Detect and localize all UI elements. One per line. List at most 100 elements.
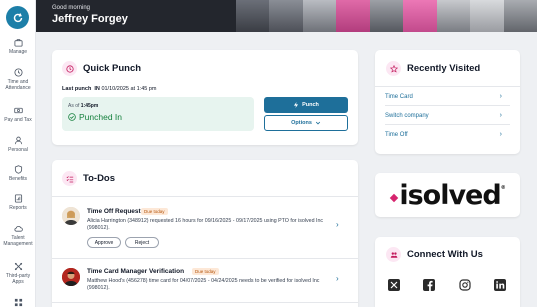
lightning-icon: [293, 102, 299, 108]
punch-status-box: As of 1:45pm Punched In: [62, 97, 254, 131]
divider: [52, 302, 358, 303]
people-icon: [390, 251, 397, 258]
connect-icon-badge: [386, 247, 401, 262]
quick-punch-icon-badge: [62, 61, 77, 76]
sidebar-item-manage[interactable]: Manage: [0, 38, 36, 55]
user-name: Jeffrey Forgey: [52, 13, 128, 25]
todo-description: Alicia Harrington (348912) requested 16 …: [87, 218, 324, 231]
sidebar-item-talent-management[interactable]: Talent Management: [0, 224, 36, 247]
divider: [375, 86, 520, 87]
chevron-down-icon: [315, 121, 320, 125]
card-title: Connect With Us: [407, 249, 483, 260]
punch-button[interactable]: Punch: [264, 97, 348, 113]
apps-icon: [14, 262, 22, 271]
chevron-right-icon: ›: [499, 131, 502, 138]
sidebar-item-personal[interactable]: Personal: [0, 136, 36, 153]
checklist-icon: [66, 175, 73, 182]
chevron-right-icon: ›: [499, 112, 502, 119]
sidebar-item-benefits[interactable]: Benefits: [0, 165, 36, 182]
todo-item[interactable]: Time Card Manager Verification Due today…: [52, 258, 358, 302]
report-icon: [14, 194, 22, 203]
logo-text: isolved: [399, 179, 501, 211]
isolved-logo: isolved ®: [375, 173, 520, 217]
quick-punch-card: Quick Punch Last punch IN 01/10/2025 at …: [52, 50, 358, 145]
divider: [385, 105, 510, 106]
sidebar-item-more[interactable]: [0, 298, 36, 307]
recent-link-time-off[interactable]: Time Off: [385, 132, 505, 138]
sidebar-item-label: Pay and Tax: [4, 117, 32, 123]
due-badge: Due today: [141, 208, 168, 215]
sidebar-item-label: Personal: [8, 147, 28, 153]
chevron-right-icon: ›: [336, 220, 339, 229]
sidebar-item-third-party-apps[interactable]: Third-party Apps: [0, 262, 36, 285]
todo-title: Time Card Manager Verification: [87, 268, 185, 275]
reject-button[interactable]: Reject: [125, 237, 159, 248]
sidebar: Manage Time and Attendance Pay and Tax P…: [0, 0, 36, 307]
facebook-icon: [423, 279, 435, 291]
sidebar-item-pay-and-tax[interactable]: Pay and Tax: [0, 106, 36, 123]
logo-accent-shape: [390, 193, 399, 203]
money-icon: [13, 107, 23, 114]
refresh-icon: [13, 12, 22, 22]
person-icon: [14, 136, 22, 145]
linkedin-icon: [494, 279, 506, 291]
x-twitter-link[interactable]: [388, 279, 400, 291]
last-punch-time: 01/10/2025 at 1:45 pm: [101, 86, 157, 92]
punch-status: Punched In: [68, 112, 122, 122]
registered-mark: ®: [500, 185, 506, 191]
card-title: To-Dos: [83, 173, 116, 184]
todos-card: To-Dos Time Off Request Due today Alicia…: [52, 160, 358, 307]
card-title: Recently Visited: [407, 63, 481, 74]
cloud-icon: [13, 226, 23, 232]
instagram-link[interactable]: [459, 279, 471, 291]
sidebar-item-label: Benefits: [8, 176, 28, 182]
briefcase-icon: [13, 39, 23, 47]
grid-icon: [14, 298, 22, 307]
as-of-label: As of: [68, 103, 80, 109]
card-title: Quick Punch: [83, 63, 142, 74]
x-icon: [388, 279, 400, 291]
avatar: [62, 268, 80, 286]
sidebar-item-label: Talent Management: [3, 235, 33, 247]
punch-status-text: Punched In: [79, 112, 123, 122]
clock-icon: [13, 68, 23, 77]
sidebar-item-reports[interactable]: Reports: [0, 194, 36, 211]
facebook-link[interactable]: [423, 279, 435, 291]
divider: [385, 124, 510, 125]
todo-description: Matthew Hood's (456278) time card for 04…: [87, 278, 320, 291]
avatar: [62, 207, 80, 225]
app-logo-button[interactable]: [6, 6, 29, 29]
due-badge: Due today: [192, 268, 219, 275]
as-of-time: 1:45pm: [80, 103, 99, 109]
check-circle-icon: [68, 113, 76, 121]
greeting-text: Good morning: [52, 5, 91, 11]
last-punch-info: Last punch IN 01/10/2025 at 1:45 pm: [62, 86, 156, 92]
sidebar-item-label: Reports: [9, 205, 27, 211]
todo-item[interactable]: Time Off Request Due today Alicia Harrin…: [52, 196, 358, 258]
chevron-right-icon: ›: [499, 93, 502, 100]
todo-title: Time Off Request: [87, 208, 141, 215]
shield-icon: [14, 165, 22, 174]
clock-icon: [65, 64, 74, 73]
options-dropdown-button[interactable]: Options: [264, 115, 348, 131]
welcome-header: Good morning Jeffrey Forgey: [36, 0, 537, 32]
punch-button-label: Punch: [302, 102, 319, 108]
linkedin-link[interactable]: [494, 279, 506, 291]
connect-card: Connect With Us: [375, 237, 520, 307]
as-of-line: As of 1:45pm: [68, 103, 98, 109]
header-photo-collage: [236, 0, 537, 32]
todos-icon-badge: [62, 171, 77, 186]
last-punch-label: Last punch: [62, 86, 92, 92]
instagram-icon: [459, 279, 471, 291]
recent-link-switch-company[interactable]: Switch company: [385, 113, 505, 119]
recent-link-time-card[interactable]: Time Card: [385, 94, 505, 100]
isolved-brand-card: isolved ®: [375, 173, 520, 217]
chevron-right-icon: ›: [336, 274, 339, 283]
options-button-label: Options: [291, 120, 312, 126]
last-punch-direction: IN: [94, 86, 100, 92]
approve-button[interactable]: Approve: [87, 237, 121, 248]
sidebar-item-label: Manage: [8, 49, 28, 55]
recently-visited-card: Recently Visited Time Card › Switch comp…: [375, 50, 520, 154]
recently-visited-icon-badge: [386, 61, 401, 76]
sidebar-item-time-and-attendance[interactable]: Time and Attendance: [0, 68, 36, 91]
